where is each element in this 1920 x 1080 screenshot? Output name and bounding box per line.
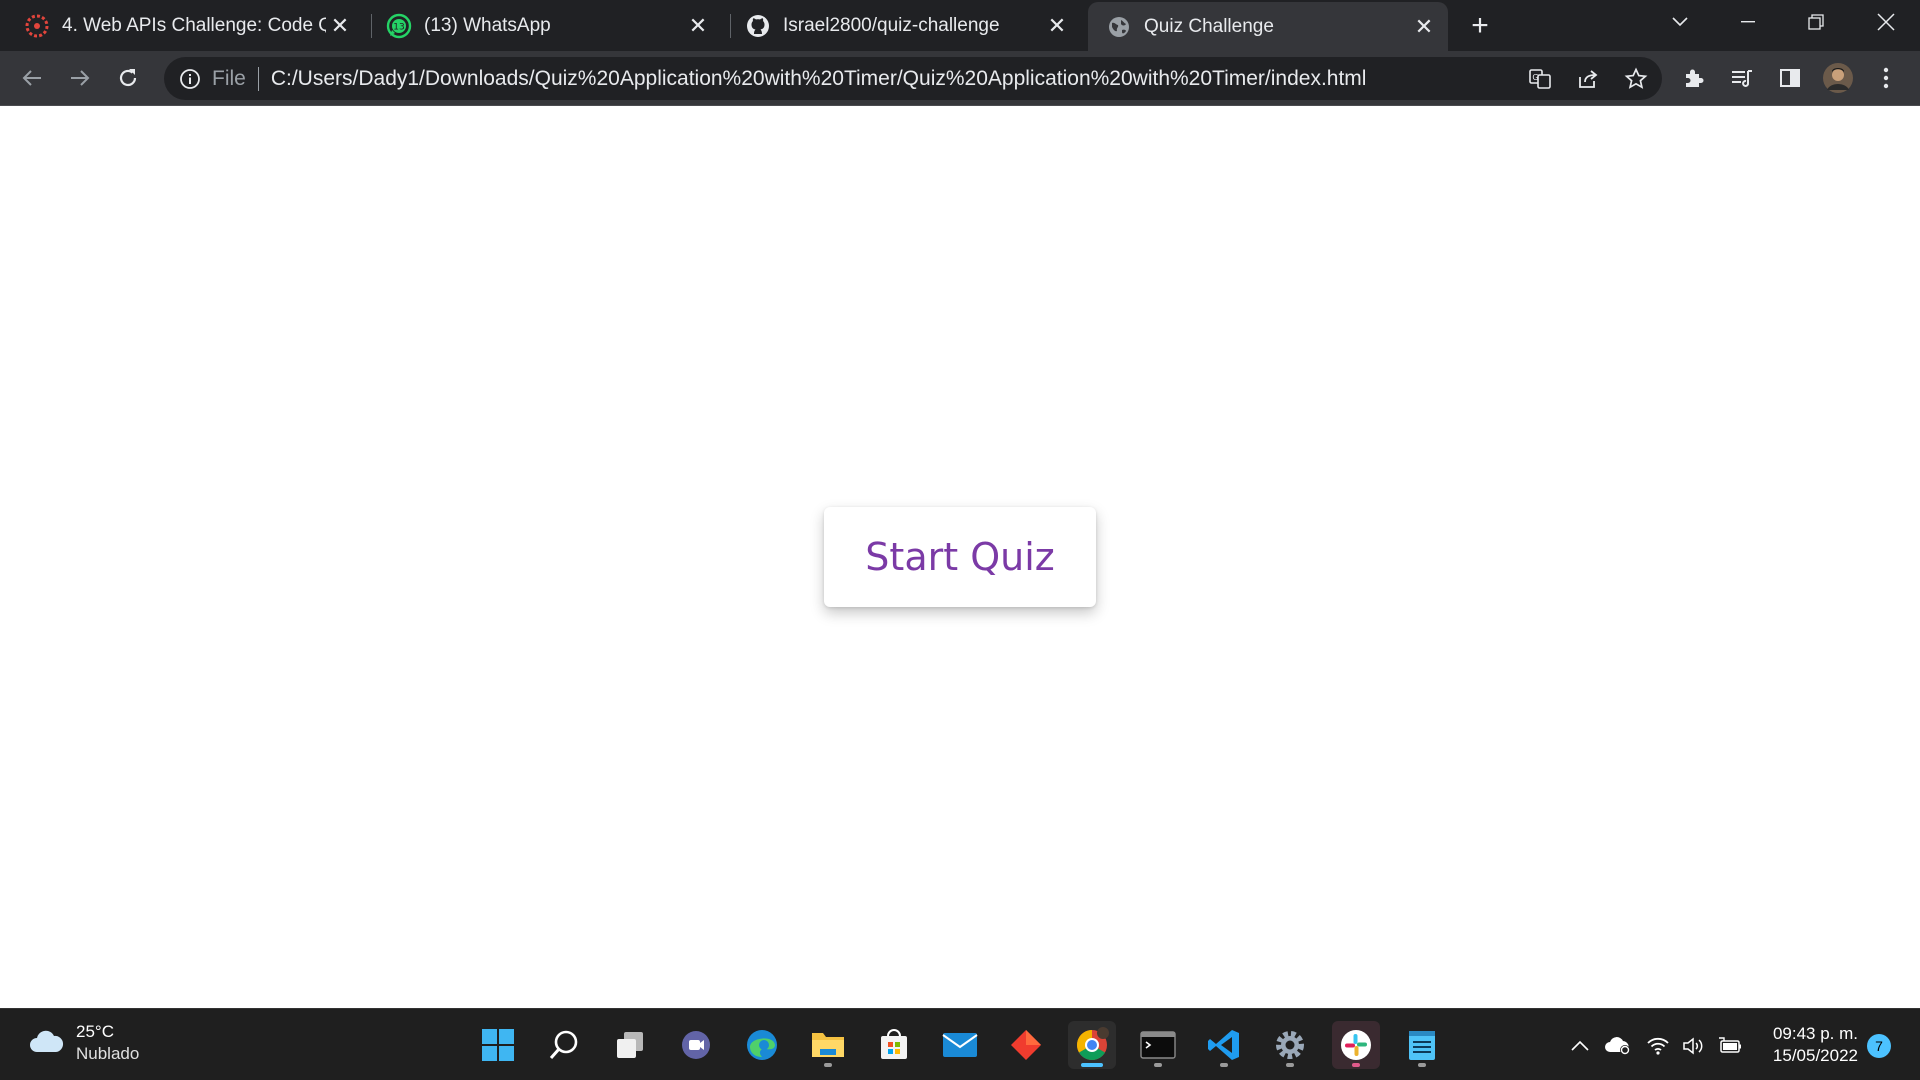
search-icon[interactable] <box>540 1021 588 1069</box>
system-clock[interactable]: 09:43 p. m. 15/05/2022 <box>1762 1023 1858 1067</box>
chevron-up-icon[interactable] <box>1566 1033 1594 1059</box>
terminal-icon[interactable] <box>1134 1021 1182 1069</box>
share-icon[interactable] <box>1570 61 1606 97</box>
tab-separator <box>730 14 731 38</box>
settings-icon[interactable] <box>1266 1021 1314 1069</box>
task-view-icon[interactable] <box>606 1021 654 1069</box>
url-text[interactable]: C:/Users/Dady1/Downloads/Quiz%20Applicat… <box>271 67 1367 91</box>
close-tab-icon[interactable]: ✕ <box>1410 13 1438 41</box>
tab-strip: 4. Web APIs Challenge: Code Qui ✕ 13 (13… <box>0 0 1920 51</box>
close-tab-icon[interactable]: ✕ <box>326 12 354 40</box>
tab-whatsapp[interactable]: 13 (13) WhatsApp ✕ <box>386 0 722 51</box>
translate-icon[interactable]: G <box>1522 61 1558 97</box>
tab-search-chevron-icon[interactable] <box>1650 0 1710 44</box>
github-icon <box>745 13 771 39</box>
vscode-icon[interactable] <box>1200 1021 1248 1069</box>
close-tab-icon[interactable]: ✕ <box>1043 12 1071 40</box>
reload-button[interactable] <box>110 60 146 96</box>
running-indicator <box>1286 1063 1294 1067</box>
browser-toolbar: File C:/Users/Dady1/Downloads/Quiz%20App… <box>0 51 1920 106</box>
wifi-icon[interactable] <box>1644 1033 1672 1059</box>
canvas-icon <box>24 13 50 39</box>
weather-widget[interactable]: 25°C Nublado <box>28 1021 139 1065</box>
address-bar[interactable]: File C:/Users/Dady1/Downloads/Quiz%20App… <box>164 57 1662 100</box>
globe-icon <box>1106 14 1132 40</box>
menu-kebab-icon[interactable] <box>1868 60 1904 96</box>
tab-title: (13) WhatsApp <box>424 14 551 36</box>
git-icon[interactable] <box>1002 1021 1050 1069</box>
slack-icon[interactable] <box>1332 1021 1380 1069</box>
clock-time: 09:43 p. m. <box>1772 1024 1858 1043</box>
back-button[interactable] <box>14 60 50 96</box>
onedrive-icon[interactable] <box>1604 1033 1632 1059</box>
tab-title: 4. Web APIs Challenge: Code Qui <box>62 14 326 36</box>
new-tab-button[interactable]: + <box>1464 9 1496 42</box>
weather-temperature: 25°C <box>76 1022 114 1041</box>
file-explorer-icon[interactable] <box>804 1021 852 1069</box>
tab-title: Quiz Challenge <box>1144 15 1274 37</box>
windows-taskbar: 25°C Nublado 09:43 p. m. 15/05/2022 7 <box>0 1008 1920 1080</box>
tab-title: Israel2800/quiz-challenge <box>783 14 1000 36</box>
info-icon[interactable] <box>178 67 202 91</box>
notepad-icon[interactable] <box>1398 1021 1446 1069</box>
svg-text:G: G <box>1532 73 1538 82</box>
notification-badge[interactable]: 7 <box>1867 1034 1891 1058</box>
running-indicator <box>1352 1063 1360 1067</box>
running-indicator <box>1154 1063 1162 1067</box>
active-indicator <box>1081 1063 1103 1067</box>
omnibox-separator <box>257 66 259 91</box>
mail-icon[interactable] <box>936 1021 984 1069</box>
side-panel-icon[interactable] <box>1772 60 1808 96</box>
extensions-icon[interactable] <box>1676 60 1712 96</box>
start-quiz-button[interactable]: Start Quiz <box>824 507 1096 607</box>
chrome-icon[interactable] <box>1068 1021 1116 1069</box>
restore-button[interactable] <box>1786 0 1846 44</box>
cloud-icon <box>28 1028 64 1059</box>
microsoft-store-icon[interactable] <box>870 1021 918 1069</box>
tab-canvas[interactable]: 4. Web APIs Challenge: Code Qui ✕ <box>24 0 364 51</box>
scheme-label: File <box>212 66 246 90</box>
whatsapp-icon: 13 <box>386 13 412 39</box>
minimize-button[interactable] <box>1718 0 1778 44</box>
tab-quiz-challenge[interactable]: Quiz Challenge ✕ <box>1088 2 1448 51</box>
bookmark-star-icon[interactable] <box>1618 61 1654 97</box>
profile-avatar[interactable] <box>1820 60 1856 96</box>
close-tab-icon[interactable]: ✕ <box>684 12 712 40</box>
running-indicator <box>1220 1063 1228 1067</box>
running-indicator <box>824 1063 832 1067</box>
running-indicator <box>1418 1063 1426 1067</box>
forward-button[interactable] <box>62 60 98 96</box>
volume-icon[interactable] <box>1680 1033 1708 1059</box>
tab-separator <box>371 14 372 38</box>
battery-icon[interactable] <box>1716 1033 1744 1059</box>
close-window-button[interactable] <box>1856 0 1916 44</box>
teams-chat-icon[interactable] <box>672 1021 720 1069</box>
windows-start-icon[interactable] <box>474 1021 522 1069</box>
svg-text:13: 13 <box>393 22 404 32</box>
page-content: Start Quiz <box>0 106 1920 1008</box>
edge-icon[interactable] <box>738 1021 786 1069</box>
media-queue-icon[interactable] <box>1724 60 1760 96</box>
weather-condition: Nublado <box>76 1044 140 1063</box>
tab-github[interactable]: Israel2800/quiz-challenge ✕ <box>745 0 1081 51</box>
clock-date: 15/05/2022 <box>1772 1046 1858 1065</box>
